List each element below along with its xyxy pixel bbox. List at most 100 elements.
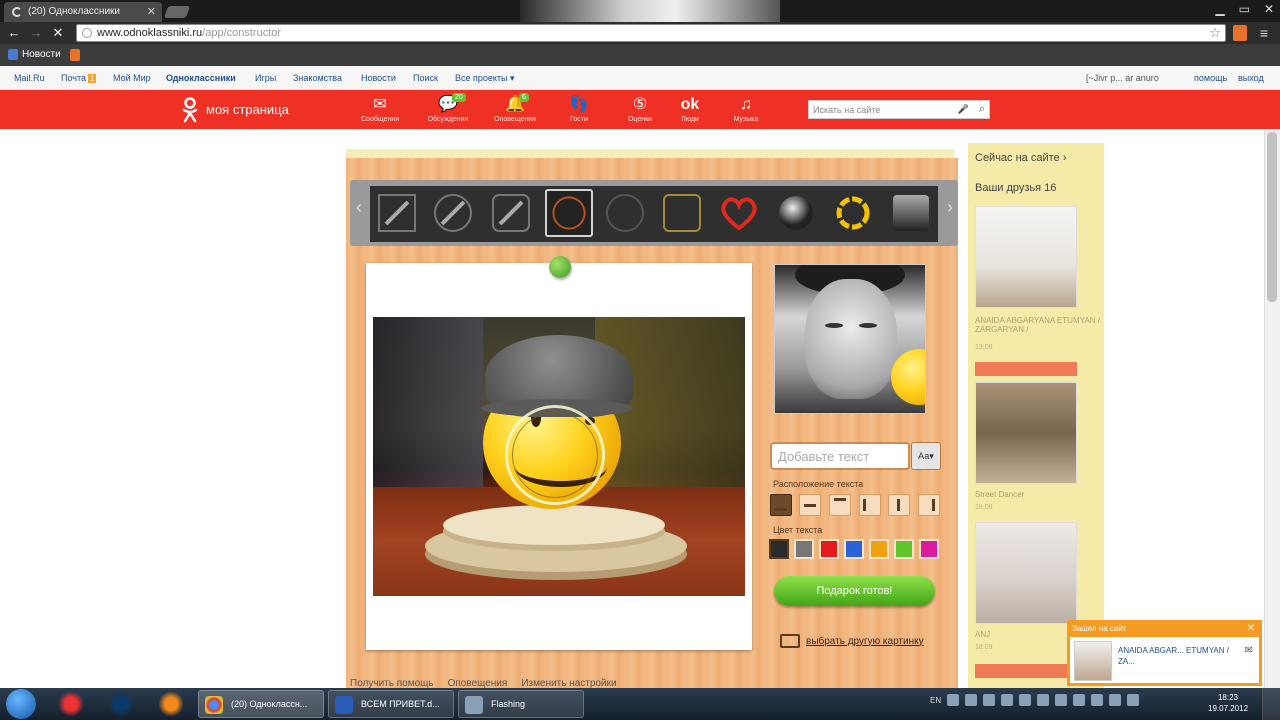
text-pos-center-button[interactable] [888, 494, 910, 516]
microphone-icon[interactable]: 🎤 [958, 104, 969, 115]
portal-link-games[interactable]: Игры [255, 73, 276, 83]
firefox-icon[interactable] [154, 691, 188, 717]
color-swatch-red[interactable] [819, 539, 839, 559]
tray-app-icon[interactable] [965, 694, 978, 706]
friend-name-2[interactable]: Street Dancer [975, 490, 1100, 499]
volume-icon[interactable] [1127, 694, 1140, 706]
color-swatch-pink[interactable] [919, 539, 939, 559]
my-page-link[interactable]: моя страница [206, 102, 289, 117]
minimize-icon[interactable]: ▁ [1215, 2, 1224, 16]
app-icon[interactable] [104, 691, 138, 717]
tray-app-icon[interactable] [1037, 694, 1050, 706]
smiley-photo[interactable] [373, 317, 745, 596]
network-icon[interactable] [1109, 694, 1122, 706]
gift-text-input[interactable]: Добавьте текст [770, 442, 910, 470]
color-swatch-green[interactable] [894, 539, 914, 559]
close-window-icon[interactable]: ✕ [1264, 2, 1274, 16]
bookmark-ok[interactable] [70, 49, 80, 61]
frame-option-pencil-square[interactable] [376, 192, 418, 234]
bookmark-news[interactable]: Новости [8, 49, 61, 60]
frame-option-gold-rounded[interactable] [661, 192, 703, 234]
now-on-site-link[interactable]: Сейчас на сайте › [975, 152, 1066, 164]
gift-ready-button[interactable]: Подарок готов! [774, 576, 935, 606]
frame-option-heart[interactable] [718, 192, 760, 234]
taskbar-task-chrome[interactable]: (20) Одноклассн... [198, 690, 324, 718]
browser-tab[interactable]: (20) Одноклассники ✕ [4, 2, 162, 22]
frame-option-pencil-rounded[interactable] [490, 192, 532, 234]
text-pos-middle-button[interactable] [799, 494, 821, 516]
tray-app-icon[interactable] [1019, 694, 1032, 706]
nav-ratings[interactable]: ⑤ Оценки [612, 95, 668, 123]
page-scrollbar-thumb[interactable] [1267, 132, 1277, 302]
extension-icon[interactable] [1233, 25, 1247, 41]
tray-app-icon[interactable] [1091, 694, 1104, 706]
portal-link-mymir[interactable]: Мой Мир [113, 73, 151, 83]
portal-link-mailru[interactable]: Mail.Ru [14, 73, 45, 83]
text-pos-top-button[interactable] [829, 494, 851, 516]
tab-close-icon[interactable]: ✕ [147, 5, 156, 18]
new-tab-button[interactable] [163, 6, 191, 18]
address-bar[interactable]: www.odnoklassniki.ru/app/constructor ☆ [76, 24, 1226, 42]
font-select-button[interactable]: Аа▾ [911, 442, 941, 470]
taskbar-task-word[interactable]: ВСЕМ ПРИВЕТ.d... [328, 690, 454, 718]
frame-option-circle-selected[interactable] [545, 189, 593, 237]
text-pos-bottom-button[interactable] [770, 494, 792, 516]
adobe-app-icon[interactable] [54, 691, 88, 717]
forward-icon[interactable]: → [28, 25, 44, 40]
color-swatch-blue[interactable] [844, 539, 864, 559]
taskbar-clock[interactable]: 18:23 19.07.2012 [1208, 692, 1248, 714]
frames-next-icon[interactable]: › [943, 197, 957, 229]
wrench-menu-icon[interactable]: ≡ [1256, 25, 1272, 41]
portal-logout[interactable]: выход [1238, 73, 1264, 83]
text-pos-right-button[interactable] [918, 494, 940, 516]
notification-message-icon[interactable]: ✉ [1245, 645, 1253, 656]
nav-guests[interactable]: 👣 Гости [551, 95, 607, 123]
friend-photo-1[interactable] [975, 206, 1077, 308]
portal-link-mail[interactable]: Почта 1 [61, 73, 97, 83]
friend-photo-3[interactable] [975, 522, 1077, 624]
portal-link-ok[interactable]: Одноклассники [166, 73, 236, 83]
search-icon[interactable]: ⌕ [979, 103, 985, 116]
friend-name-1[interactable]: ANAIDA ABGARYANA ETUMYAN / ZARGARYAN / [975, 316, 1100, 334]
color-swatch-gray[interactable] [794, 539, 814, 559]
frame-option-flower[interactable] [832, 192, 874, 234]
keyboard-language[interactable]: EN [930, 696, 941, 705]
portal-help[interactable]: помощь [1194, 73, 1227, 83]
color-swatch-orange[interactable] [869, 539, 889, 559]
nav-people[interactable]: ok Люди [662, 95, 718, 123]
windows-start-button[interactable] [6, 689, 36, 719]
bookmark-star-icon[interactable]: ☆ [1209, 25, 1221, 41]
friend-photo-2[interactable] [975, 382, 1077, 484]
portal-link-dating[interactable]: Знакомства [293, 73, 342, 83]
taskbar-task-flashing[interactable]: Flashing [458, 690, 584, 718]
color-swatch-black[interactable] [769, 539, 789, 559]
frame-option-gray-circle[interactable] [604, 192, 646, 234]
frame-option-sphere[interactable] [775, 192, 817, 234]
back-icon[interactable]: ← [6, 25, 22, 40]
tray-app-icon[interactable] [1055, 694, 1068, 706]
nav-music[interactable]: ♫ Музыка [718, 95, 774, 123]
stop-icon[interactable]: ✕ [50, 25, 66, 41]
maximize-icon[interactable]: ▭ [1239, 2, 1250, 16]
frames-prev-icon[interactable]: ‹ [352, 197, 366, 229]
friends-count[interactable]: Ваши друзья 16 [975, 182, 1056, 194]
tray-app-icon[interactable] [947, 694, 960, 706]
choose-other-picture-link[interactable]: выбрать другую картинку [780, 634, 924, 648]
notification-avatar[interactable] [1074, 641, 1112, 681]
notification-user-name[interactable]: ANAIDA ABGAR... ETUMYAN / ZA... [1118, 645, 1238, 667]
nav-messages[interactable]: ✉ Сообщения [352, 95, 408, 123]
frame-option-pencil-circle[interactable] [432, 192, 474, 234]
show-desktop-button[interactable] [1262, 688, 1280, 720]
portal-link-search[interactable]: Поиск [413, 73, 438, 83]
tray-app-icon[interactable] [1001, 694, 1014, 706]
site-search-input[interactable]: Искать на сайте 🎤 ⌕ [808, 100, 990, 119]
portal-link-news[interactable]: Новости [361, 73, 396, 83]
online-notification[interactable]: Зашел на сайт ✕ ANAIDA ABGAR... ETUMYAN … [1067, 620, 1262, 686]
portal-link-all-projects[interactable]: Все проекты ▾ [455, 73, 515, 84]
notification-close-icon[interactable]: ✕ [1247, 623, 1255, 634]
ok-logo-icon[interactable] [180, 97, 200, 123]
tray-app-icon[interactable] [983, 694, 996, 706]
nav-notifications[interactable]: 🔔 6 Оповещения [487, 93, 543, 123]
portal-user[interactable]: [~Jivr р... ar anuro [1086, 73, 1159, 83]
text-pos-left-button[interactable] [859, 494, 881, 516]
